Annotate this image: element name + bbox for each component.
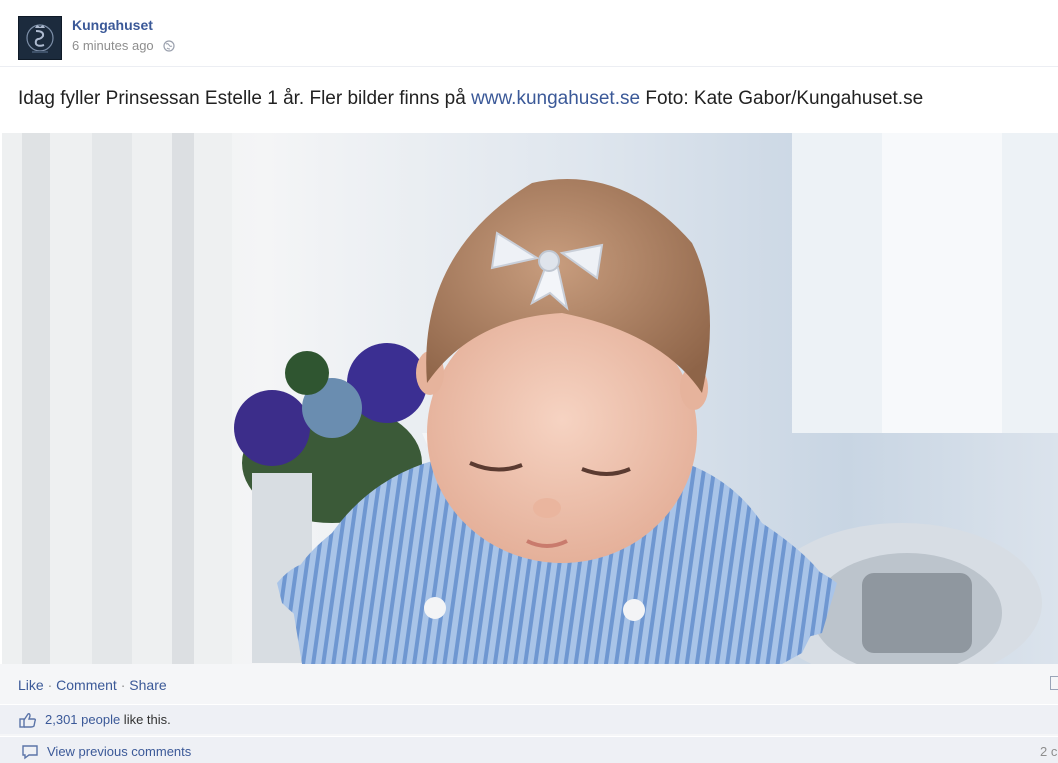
likes-suffix: like this. xyxy=(120,712,171,727)
photo-credit-text: Foto: Kate Gabor/Kungahuset.se xyxy=(640,88,924,109)
post-actions: Like · Comment · Share xyxy=(18,677,167,693)
comments-summary: View previous comments 2 c xyxy=(0,736,1058,763)
comment-bubble-icon xyxy=(21,744,39,763)
post-timestamp[interactable]: 6 minutes ago xyxy=(72,38,154,53)
message-text: Idag fyller Prinsessan Estelle 1 år. Fle… xyxy=(18,88,472,109)
post-message: Idag fyller Prinsessan Estelle 1 år. Fle… xyxy=(18,88,923,110)
royal-crest-icon xyxy=(19,17,61,59)
action-separator: · xyxy=(43,677,57,693)
likes-text: 2,301 people like this. xyxy=(45,712,171,727)
action-separator: · xyxy=(116,677,130,693)
view-previous-comments-link[interactable]: View previous comments xyxy=(47,744,191,759)
comment-link[interactable]: Comment xyxy=(56,677,117,693)
kungahuset-link[interactable]: www.kungahuset.se xyxy=(471,88,640,109)
post-meta: 6 minutes ago xyxy=(72,38,175,55)
tag-icon[interactable] xyxy=(1050,676,1058,690)
post-photo[interactable] xyxy=(2,133,1058,664)
globe-icon[interactable] xyxy=(163,40,175,55)
comments-count: 2 c xyxy=(1040,744,1058,759)
likes-count-link[interactable]: 2,301 people xyxy=(45,712,120,727)
thumbs-up-icon xyxy=(19,712,37,733)
post-header: Kungahuset 6 minutes ago xyxy=(0,0,1058,66)
post-feedback: Like · Comment · Share 2,301 people like… xyxy=(0,664,1058,763)
share-link[interactable]: Share xyxy=(129,677,166,693)
facebook-post: Kungahuset 6 minutes ago Idag fyller Pri… xyxy=(0,0,1058,763)
page-name-link[interactable]: Kungahuset xyxy=(72,17,153,33)
page-avatar[interactable] xyxy=(18,16,62,60)
like-link[interactable]: Like xyxy=(18,677,44,693)
header-divider xyxy=(0,66,1058,67)
likes-summary: 2,301 people like this. xyxy=(0,704,1058,734)
